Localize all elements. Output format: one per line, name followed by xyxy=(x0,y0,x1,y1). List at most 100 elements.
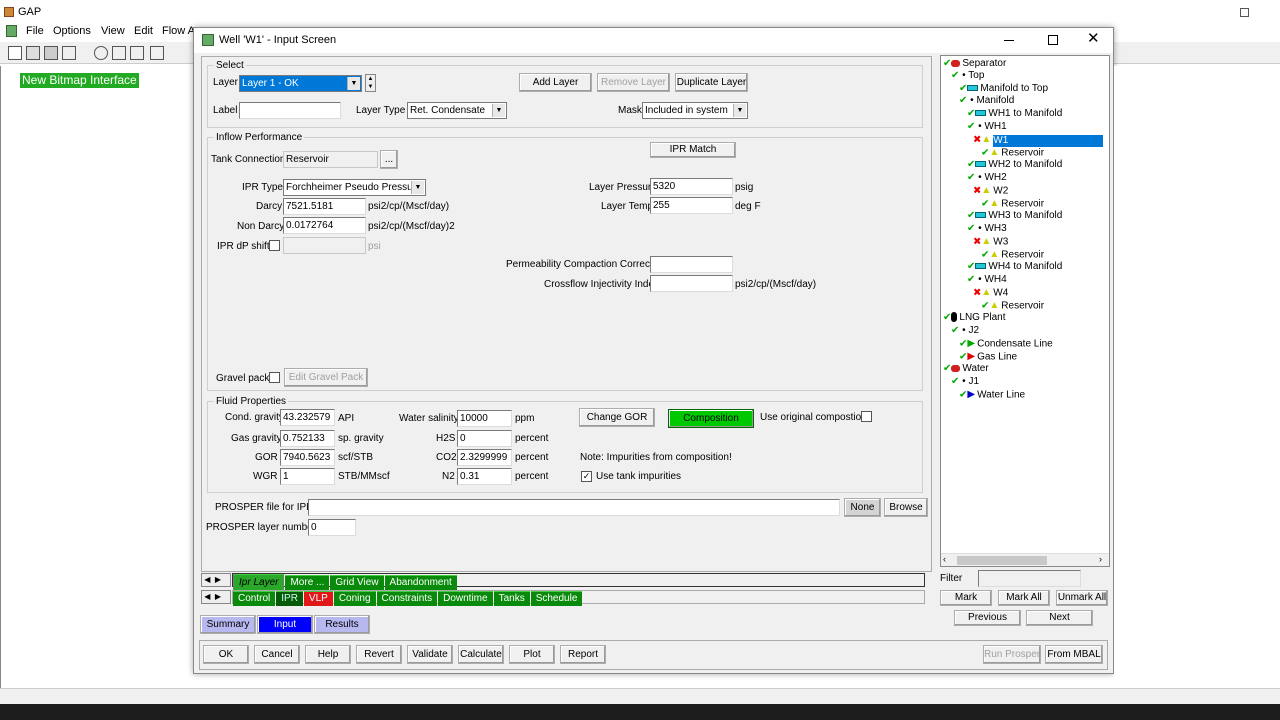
minimize-icon[interactable] xyxy=(1004,40,1014,41)
gor-input[interactable]: 7940.5623 xyxy=(280,449,335,466)
layer-select[interactable]: Layer 1 - OK ▼ xyxy=(239,75,362,92)
tree-item[interactable]: ✔ • WH3 xyxy=(967,223,1007,235)
layer-spinner[interactable]: ▲ ▼ xyxy=(365,74,376,92)
use-tank-checkbox[interactable]: ✓ xyxy=(581,471,592,482)
validate-button[interactable]: Validate xyxy=(407,645,453,664)
tree-item[interactable]: ✔ Water xyxy=(943,363,989,375)
tree-item[interactable]: ✔▶ Condensate Line xyxy=(959,338,1053,351)
tree-item[interactable]: ✔ • Manifold xyxy=(959,95,1014,107)
tab-coning[interactable]: Coning xyxy=(333,591,376,606)
tree-item[interactable]: ✔▶ Gas Line xyxy=(959,351,1017,364)
change-gor-button[interactable]: Change GOR xyxy=(579,408,655,427)
open-icon[interactable] xyxy=(26,46,40,60)
previous-button[interactable]: Previous xyxy=(954,610,1021,626)
tree-item[interactable]: ✔ WH1 to Manifold xyxy=(967,108,1062,120)
unmark-all-button[interactable]: Unmark All xyxy=(1056,590,1108,606)
tree-item[interactable]: ✖▲ W2 xyxy=(973,185,1008,198)
prosper-none-button[interactable]: None xyxy=(844,498,881,517)
tab-ipr[interactable]: IPR xyxy=(276,591,303,606)
tree-item[interactable]: ✔ • Top xyxy=(951,70,984,82)
tree-item[interactable]: ✔ LNG Plant xyxy=(943,312,1006,324)
revert-button[interactable]: Revert xyxy=(356,645,402,664)
help-button[interactable]: Help xyxy=(305,645,351,664)
tab-control[interactable]: Control xyxy=(233,591,276,606)
co2-input[interactable]: 2.3299999 xyxy=(457,449,512,466)
chevron-down-icon[interactable]: ▼ xyxy=(733,104,746,117)
label-input[interactable] xyxy=(239,102,341,119)
chevron-down-icon[interactable]: ▼ xyxy=(492,104,505,117)
add-layer-button[interactable]: Add Layer xyxy=(519,73,592,92)
save-icon[interactable] xyxy=(44,46,58,60)
prosper-layer-input[interactable]: 0 xyxy=(308,519,356,536)
tab-constraints[interactable]: Constraints xyxy=(376,591,438,606)
menu-file[interactable]: File xyxy=(26,25,44,38)
prosper-file-input[interactable] xyxy=(308,499,840,516)
edit-gravel-pack-button[interactable]: Edit Gravel Pack xyxy=(284,368,368,387)
calc-icon[interactable] xyxy=(130,46,144,60)
next-button[interactable]: Next xyxy=(1026,610,1093,626)
crossflow-input[interactable] xyxy=(650,275,733,292)
tabs-row1-scroll[interactable]: ◀ ▶ xyxy=(201,573,231,587)
copyright-icon[interactable] xyxy=(94,46,108,60)
use-original-checkbox[interactable] xyxy=(861,411,872,422)
run-prosper-button[interactable]: Run Prosper xyxy=(983,645,1041,664)
mask-select[interactable]: Included in system ▼ xyxy=(642,102,748,119)
tabs-row2-scroll[interactable]: ◀ ▶ xyxy=(201,590,231,604)
tree-item[interactable]: ✖▲ W4 xyxy=(973,287,1008,300)
calculate-button[interactable]: Calculate xyxy=(458,645,504,664)
tree-item[interactable]: ✔ Separator xyxy=(943,58,1006,70)
print-icon[interactable] xyxy=(62,46,76,60)
scroll-left-icon[interactable]: ‹ xyxy=(943,554,946,564)
mark-all-button[interactable]: Mark All xyxy=(998,590,1050,606)
tab-more[interactable]: More ... xyxy=(285,575,330,590)
darcy-input[interactable]: 7521.5181 xyxy=(283,198,366,215)
scroll-thumb[interactable] xyxy=(957,556,1047,565)
cond-gravity-input[interactable]: 43.232579 xyxy=(280,409,335,426)
dp-shift-checkbox[interactable] xyxy=(269,240,280,251)
tree-item[interactable]: ✔▲ Reservoir xyxy=(981,300,1044,313)
h2s-input[interactable]: 0 xyxy=(457,430,512,447)
tree-item[interactable]: ✔▲ Reservoir xyxy=(981,249,1044,262)
tab-ipr-layer[interactable]: Ipr Layer xyxy=(233,574,285,591)
input-view-button[interactable]: Input xyxy=(257,615,313,634)
chevron-down-icon[interactable]: ▼ xyxy=(347,77,360,90)
menu-options[interactable]: Options xyxy=(53,25,91,38)
remove-layer-button[interactable]: Remove Layer xyxy=(597,73,670,92)
tree-item[interactable]: ✔ Manifold to Top xyxy=(959,83,1048,95)
tree-item[interactable]: ✔▶ Water Line xyxy=(959,389,1025,402)
new-icon[interactable] xyxy=(8,46,22,60)
tree-item[interactable]: ✔ • WH4 xyxy=(967,274,1007,286)
layer-temp-input[interactable]: 255 xyxy=(650,197,733,214)
water-salinity-input[interactable]: 10000 xyxy=(457,410,512,427)
ipr-type-select[interactable]: Forchheimer Pseudo Pressure ▼ xyxy=(283,179,426,196)
new-bitmap-interface-label[interactable]: New Bitmap Interface xyxy=(20,73,139,88)
tab-schedule[interactable]: Schedule xyxy=(530,591,583,606)
cancel-button[interactable]: Cancel xyxy=(254,645,300,664)
duplicate-layer-button[interactable]: Duplicate Layer xyxy=(675,73,748,92)
tree-item[interactable]: ✔ WH3 to Manifold xyxy=(967,210,1062,222)
summary-view-button[interactable]: Summary xyxy=(200,615,256,634)
non-darcy-input[interactable]: 0.0172764 xyxy=(283,217,366,234)
tank-browse-button[interactable]: ... xyxy=(380,150,398,169)
ok-button[interactable]: OK xyxy=(203,645,249,664)
n2-input[interactable]: 0.31 xyxy=(457,468,512,485)
tree-item[interactable]: ✔ • WH2 xyxy=(967,172,1007,184)
maximize-icon[interactable] xyxy=(1048,35,1058,45)
composition-button[interactable]: Composition xyxy=(668,409,754,428)
wgr-input[interactable]: 1 xyxy=(280,468,335,485)
from-mbal-button[interactable]: From MBAL xyxy=(1045,645,1103,664)
tree-item[interactable]: ✔ WH2 to Manifold xyxy=(967,159,1062,171)
tree-item[interactable]: ✔ • WH1 xyxy=(967,121,1007,133)
chevron-down-icon[interactable]: ▼ xyxy=(411,181,424,194)
menu-flow[interactable]: Flow A xyxy=(162,25,195,38)
plot-button[interactable]: Plot xyxy=(509,645,555,664)
tree-hscrollbar[interactable]: ‹ › xyxy=(941,553,1109,566)
tab-downtime[interactable]: Downtime xyxy=(438,591,493,606)
tree-item[interactable]: ✔ WH4 to Manifold xyxy=(967,261,1062,273)
restore-icon[interactable] xyxy=(1240,8,1249,17)
tab-abandonment[interactable]: Abandonment xyxy=(384,575,457,590)
tree-item[interactable]: ✔▲ Reservoir xyxy=(981,198,1044,211)
tab-tanks[interactable]: Tanks xyxy=(493,591,530,606)
tab-grid-view[interactable]: Grid View xyxy=(330,575,384,590)
tree-item[interactable]: ✔ • J1 xyxy=(951,376,979,388)
